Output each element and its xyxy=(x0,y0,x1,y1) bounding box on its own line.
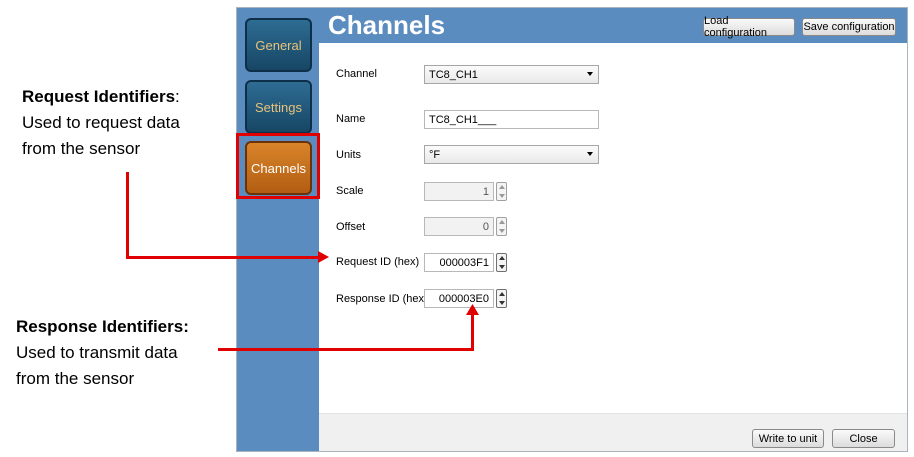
request-identifiers-note: Request Identifiers: Used to request dat… xyxy=(22,84,222,162)
response-connector-vertical xyxy=(471,313,474,351)
header-bar: Channels Load configuration Save configu… xyxy=(319,8,907,43)
save-configuration-button[interactable]: Save configuration xyxy=(802,18,896,36)
offset-label: Offset xyxy=(336,221,366,233)
channel-select-value: TC8_CH1 xyxy=(429,68,478,81)
response-id-field[interactable]: 000003E0 xyxy=(424,289,494,308)
request-heading-colon: : xyxy=(175,87,180,106)
app-window: General Settings Channels Channels Load … xyxy=(236,7,908,452)
offset-field: 0 xyxy=(424,217,494,236)
arrow-up-icon xyxy=(499,256,505,260)
arrow-down-icon xyxy=(499,265,505,269)
page-title: Channels xyxy=(328,10,446,40)
request-id-stepper[interactable] xyxy=(496,253,507,272)
request-line2: from the sensor xyxy=(22,139,141,158)
request-connector-vertical xyxy=(126,172,129,258)
write-to-unit-button[interactable]: Write to unit xyxy=(752,429,824,448)
units-label: Units xyxy=(336,149,362,161)
arrow-down-icon xyxy=(499,301,505,305)
sidebar: General Settings Channels xyxy=(237,8,319,451)
response-id-stepper[interactable] xyxy=(496,289,507,308)
name-label: Name xyxy=(336,113,366,125)
arrow-up-icon xyxy=(499,185,505,189)
response-heading: Response Identifiers: xyxy=(16,317,189,336)
response-line2: from the sensor xyxy=(16,369,135,388)
arrow-down-icon xyxy=(499,194,505,198)
arrow-up-icon xyxy=(499,220,505,224)
response-id-label: Response ID (hex) xyxy=(336,293,428,305)
chevron-down-icon xyxy=(587,152,593,156)
sidebar-item-general[interactable]: General xyxy=(245,18,312,72)
request-heading: Request Identifiers xyxy=(22,87,176,106)
chevron-down-icon xyxy=(587,72,593,76)
scale-stepper xyxy=(496,182,507,201)
sidebar-item-settings[interactable]: Settings xyxy=(245,80,312,134)
request-id-field[interactable]: 000003F1 xyxy=(424,253,494,272)
arrow-right-icon xyxy=(318,251,329,263)
units-select[interactable]: °F xyxy=(424,145,599,164)
channel-select[interactable]: TC8_CH1 xyxy=(424,65,599,84)
name-field[interactable]: TC8_CH1___ xyxy=(424,110,599,129)
request-connector-horizontal xyxy=(126,256,322,259)
channel-label: Channel xyxy=(336,68,377,80)
channels-highlight-box xyxy=(236,133,320,199)
response-identifiers-note: Response Identifiers: Used to transmit d… xyxy=(16,314,226,392)
request-id-label: Request ID (hex) xyxy=(336,256,420,268)
response-line1: Used to transmit data xyxy=(16,343,178,362)
arrow-up-icon xyxy=(466,304,479,315)
close-button[interactable]: Close xyxy=(832,429,895,448)
footer-bar: Write to unit Close xyxy=(319,413,907,451)
arrow-down-icon xyxy=(499,229,505,233)
scale-label: Scale xyxy=(336,185,364,197)
scale-field: 1 xyxy=(424,182,494,201)
offset-stepper xyxy=(496,217,507,236)
arrow-up-icon xyxy=(499,292,505,296)
request-line1: Used to request data xyxy=(22,113,180,132)
channel-form: Channel TC8_CH1 Name TC8_CH1___ Units °F… xyxy=(319,43,907,413)
load-configuration-button[interactable]: Load configuration xyxy=(703,15,795,39)
response-connector-horizontal xyxy=(218,348,474,351)
units-select-value: °F xyxy=(429,148,441,161)
